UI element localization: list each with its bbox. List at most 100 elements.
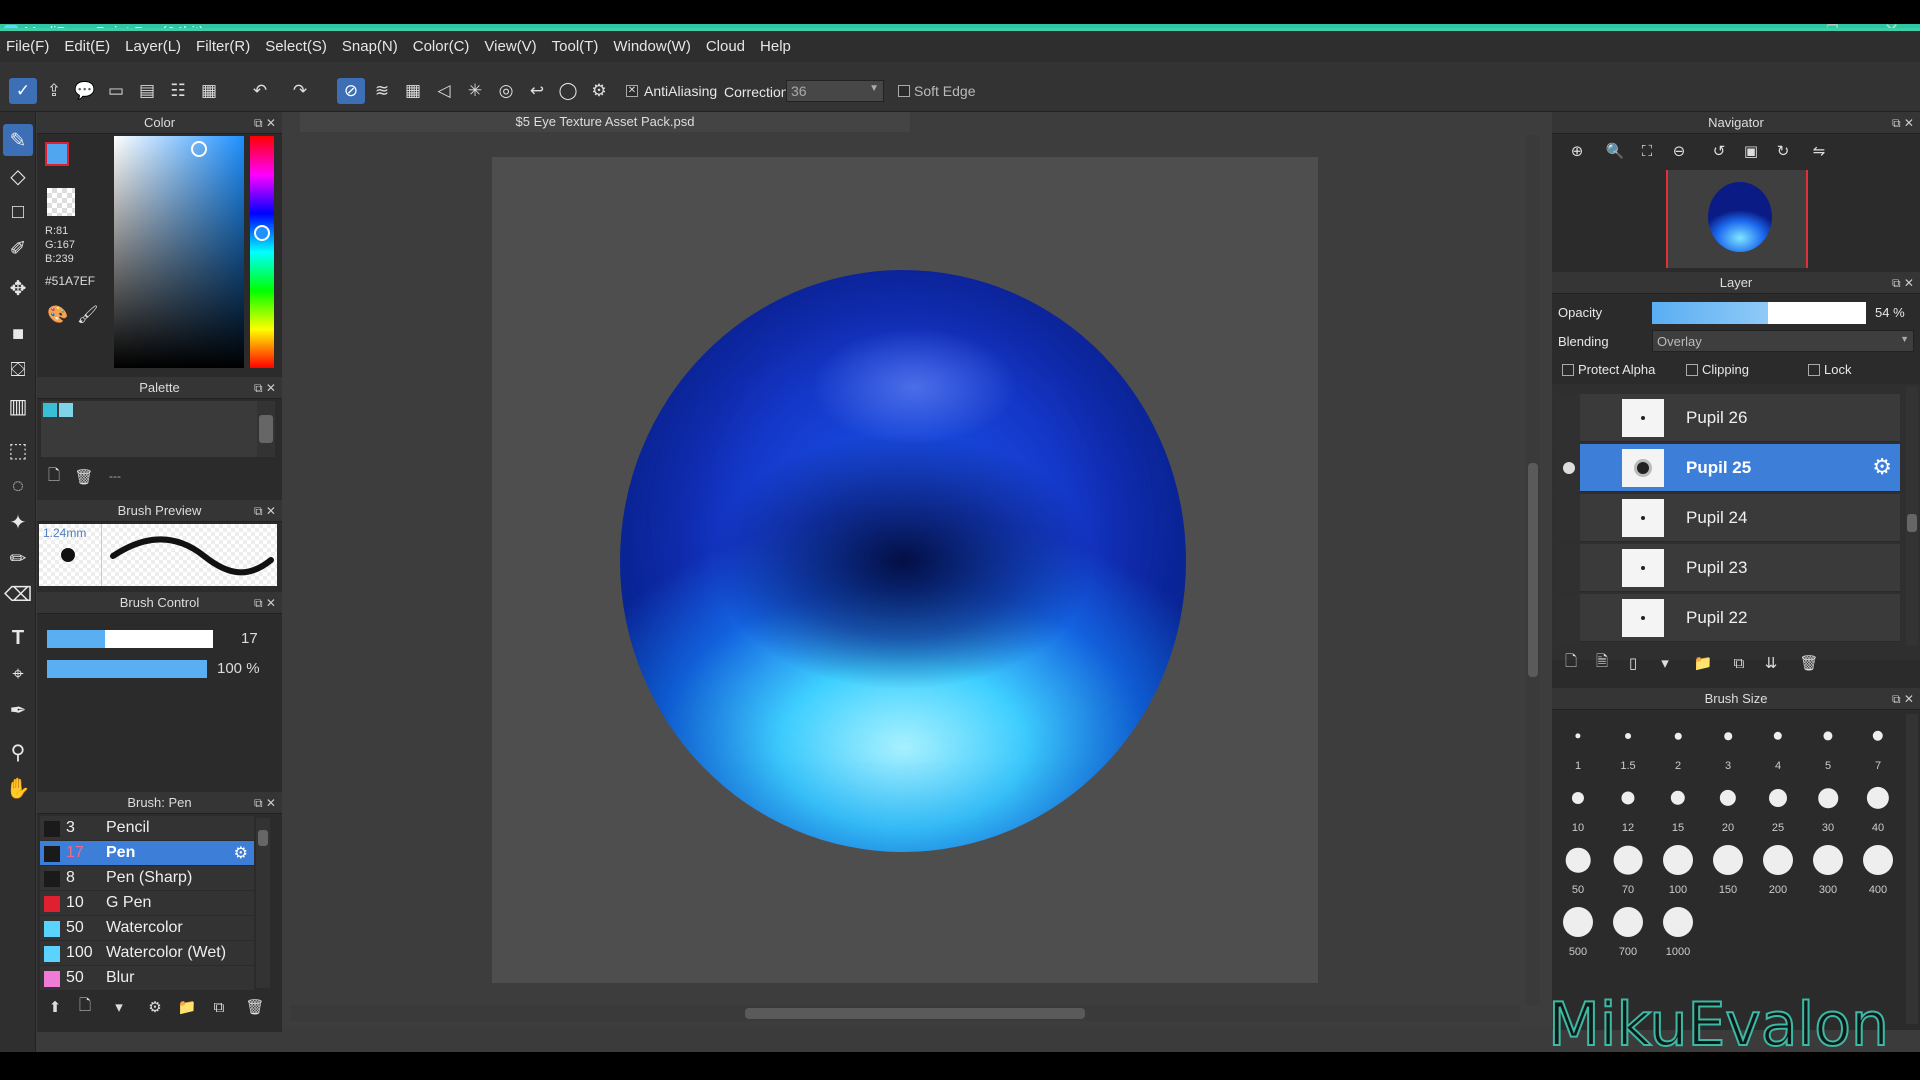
- lock-checkbox[interactable]: [1808, 364, 1820, 376]
- clipping-checkbox[interactable]: [1686, 364, 1698, 376]
- brush-size-preset[interactable]: 3: [1703, 714, 1753, 776]
- divide-tool-icon[interactable]: ⌖: [3, 658, 33, 690]
- palette-swatch[interactable]: [59, 403, 73, 417]
- bucket-tool-icon[interactable]: ⛋: [3, 354, 33, 386]
- brush-size-preset[interactable]: 400: [1853, 838, 1903, 900]
- brush-list-item[interactable]: 50 Watercolor: [40, 916, 254, 941]
- speech-panel-icon[interactable]: ▭: [102, 78, 130, 104]
- new-8bit-layer-icon[interactable]: ▯: [1620, 650, 1646, 676]
- undo-icon[interactable]: ↶: [246, 78, 274, 104]
- layer-row[interactable]: Pupil 24: [1558, 494, 1900, 542]
- brush-list-item[interactable]: 100 Watercolor (Wet): [40, 941, 254, 966]
- panel-float-close-icon[interactable]: ⧉ ✕: [254, 792, 276, 814]
- brush-size-preset[interactable]: 50: [1553, 838, 1603, 900]
- brush-size-preset[interactable]: 15: [1653, 776, 1703, 838]
- snap-settings-icon[interactable]: ⚙: [585, 78, 613, 104]
- document-tab[interactable]: $5 Eye Texture Asset Pack.psd: [300, 112, 910, 132]
- panel-float-close-icon[interactable]: ⧉ ✕: [254, 112, 276, 134]
- hue-slider-handle[interactable]: [254, 225, 270, 241]
- circle-snap-icon[interactable]: ◯: [554, 78, 582, 104]
- brush-settings-icon[interactable]: ⚙: [142, 994, 168, 1020]
- delete-brush-icon[interactable]: 🗑: [242, 994, 268, 1020]
- brush-size-preset[interactable]: 5: [1803, 714, 1853, 776]
- brush-size-preset[interactable]: 12: [1603, 776, 1653, 838]
- brush-add-menu-icon[interactable]: ▾: [106, 994, 132, 1020]
- perspective-snap-icon[interactable]: ◁: [430, 78, 458, 104]
- magic-wand-tool-icon[interactable]: ✦: [3, 506, 33, 538]
- menu-layer[interactable]: Layer(L): [123, 38, 194, 55]
- soft-edge-checkbox[interactable]: [898, 85, 910, 97]
- zoom-in-alt-icon[interactable]: 🔍: [1602, 138, 1628, 164]
- snap-off-icon[interactable]: ⊘: [337, 78, 365, 104]
- grid-snap-icon[interactable]: ▦: [399, 78, 427, 104]
- rotate-left-icon[interactable]: ↺: [1706, 138, 1732, 164]
- new-layer-icon[interactable]: 🗋: [1558, 650, 1584, 676]
- menu-help[interactable]: Help: [758, 38, 804, 55]
- brush-list-scrollbar[interactable]: [256, 818, 270, 988]
- panel-float-close-icon[interactable]: ⧉ ✕: [254, 377, 276, 399]
- zoom-in-icon[interactable]: ⊕: [1564, 138, 1590, 164]
- redo-icon[interactable]: ↷: [286, 78, 314, 104]
- protect-alpha-checkbox[interactable]: [1562, 364, 1574, 376]
- menu-select[interactable]: Select(S): [263, 38, 340, 55]
- menu-filter[interactable]: Filter(R): [194, 38, 263, 55]
- curve-snap-icon[interactable]: ↩: [523, 78, 551, 104]
- new-halftone-layer-icon[interactable]: 🗎: [1589, 650, 1615, 676]
- menu-snap[interactable]: Snap(N): [340, 38, 411, 55]
- brush-size-preset[interactable]: 4: [1753, 714, 1803, 776]
- fit-icon[interactable]: ⛶: [1634, 138, 1660, 164]
- chart-icon[interactable]: ▦: [195, 78, 223, 104]
- panel-float-close-icon[interactable]: ⧉ ✕: [1892, 688, 1914, 710]
- lasso-tool-icon[interactable]: ◌: [3, 470, 33, 502]
- layer-visibility-slot[interactable]: [1558, 394, 1580, 442]
- color-picker-handle[interactable]: [191, 141, 207, 157]
- panel-float-close-icon[interactable]: ⧉ ✕: [1892, 272, 1914, 294]
- flip-icon[interactable]: ⇋: [1806, 138, 1832, 164]
- duplicate-brush-icon[interactable]: ⧉: [206, 994, 232, 1020]
- layer-visibility-slot[interactable]: [1558, 594, 1580, 642]
- brush-size-preset[interactable]: 7: [1853, 714, 1903, 776]
- brush-size-preset[interactable]: 1: [1553, 714, 1603, 776]
- eyedropper-tool-icon[interactable]: ⚲: [3, 736, 33, 768]
- color-wheel-icon[interactable]: 🎨: [47, 305, 68, 325]
- gear-icon[interactable]: ⚙: [234, 843, 248, 863]
- transparent-color-swatch[interactable]: [47, 188, 75, 216]
- brush-size-preset[interactable]: 100: [1653, 838, 1703, 900]
- radial-snap-icon[interactable]: ✳: [461, 78, 489, 104]
- gear-icon[interactable]: ⚙: [1872, 454, 1892, 480]
- pen-tool-icon[interactable]: ✒: [3, 694, 33, 726]
- brush-size-preset[interactable]: 150: [1703, 838, 1753, 900]
- menu-color[interactable]: Color(C): [411, 38, 483, 55]
- reset-view-icon[interactable]: ▣: [1738, 138, 1764, 164]
- upload-icon[interactable]: ⇪: [40, 78, 68, 104]
- menu-file[interactable]: File(F): [4, 38, 62, 55]
- page-icon[interactable]: ▤: [133, 78, 161, 104]
- menu-cloud[interactable]: Cloud: [704, 38, 758, 55]
- rectangle-tool-icon[interactable]: □: [3, 196, 33, 228]
- brush-size-preset[interactable]: 10: [1553, 776, 1603, 838]
- new-palette-icon[interactable]: 🗋: [41, 464, 67, 490]
- brush-opacity-slider[interactable]: [47, 660, 207, 678]
- hand-tool-icon[interactable]: ✋: [3, 772, 33, 804]
- gradient-tool-icon[interactable]: ▥: [3, 390, 33, 422]
- brush-size-preset[interactable]: 700: [1603, 900, 1653, 962]
- delete-palette-icon[interactable]: 🗑: [71, 464, 97, 490]
- menu-edit[interactable]: Edit(E): [62, 38, 123, 55]
- palette-swatch[interactable]: [43, 403, 57, 417]
- dot-brush-tool-icon[interactable]: ✐: [3, 232, 33, 264]
- layer-visibility-slot[interactable]: [1558, 544, 1580, 592]
- brush-list-item[interactable]: 10 G Pen: [40, 891, 254, 916]
- brush-tool-icon[interactable]: ✎: [3, 124, 33, 156]
- select-eraser-tool-icon[interactable]: ⌫: [3, 578, 33, 610]
- brush-size-preset[interactable]: 70: [1603, 838, 1653, 900]
- brush-size-preset[interactable]: 200: [1753, 838, 1803, 900]
- brush-size-slider[interactable]: [47, 630, 213, 648]
- panel-float-close-icon[interactable]: ⧉ ✕: [1892, 112, 1914, 134]
- comment-icon[interactable]: 💬: [71, 78, 99, 104]
- page-list-icon[interactable]: ☷: [164, 78, 192, 104]
- layer-row[interactable]: Pupil 23: [1558, 544, 1900, 592]
- brush-size-preset[interactable]: 1.5: [1603, 714, 1653, 776]
- select-pen-tool-icon[interactable]: ✏: [3, 542, 33, 574]
- brush-size-preset[interactable]: 20: [1703, 776, 1753, 838]
- canvas-horizontal-scroll-thumb[interactable]: [745, 1008, 1085, 1019]
